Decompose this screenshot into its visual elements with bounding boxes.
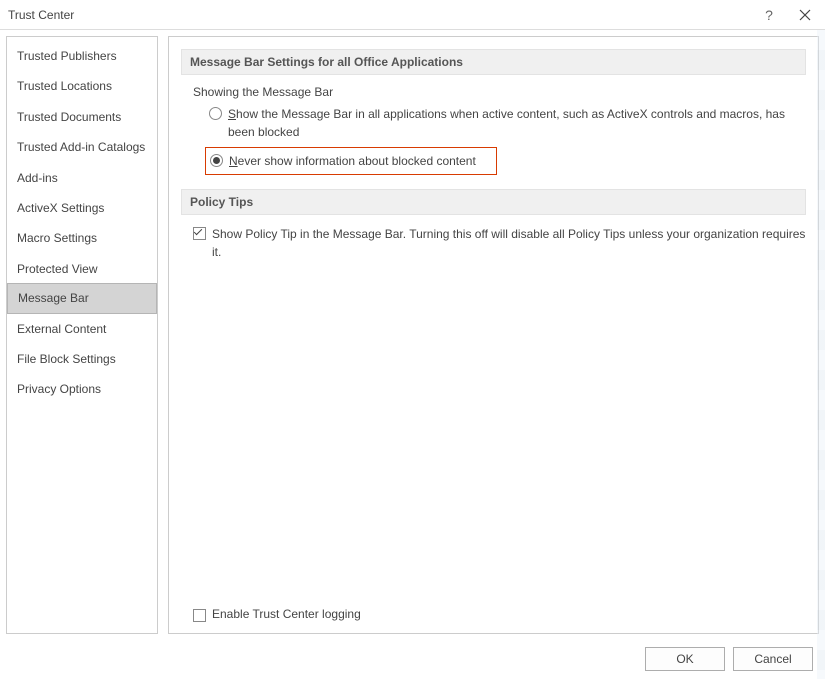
help-button[interactable]: ? xyxy=(753,7,785,23)
sidebar-item-activex-settings[interactable]: ActiveX Settings xyxy=(7,193,157,223)
dialog-buttons: OK Cancel xyxy=(645,647,813,671)
checkbox-enable-logging-label: Enable Trust Center logging xyxy=(212,605,361,623)
radio-show-message-bar[interactable]: Show the Message Bar in all applications… xyxy=(209,105,806,141)
sidebar-item-addins[interactable]: Add-ins xyxy=(7,163,157,193)
sidebar-item-file-block-settings[interactable]: File Block Settings xyxy=(7,344,157,374)
section-policy-tips-header: Policy Tips xyxy=(181,189,806,215)
cancel-button[interactable]: Cancel xyxy=(733,647,813,671)
radio-never-show-highlighted[interactable]: Never show information about blocked con… xyxy=(205,147,497,175)
titlebar-right: ? xyxy=(753,0,825,30)
checkbox-show-policy-tip[interactable] xyxy=(193,227,206,240)
radio-show-message-bar-label: Show the Message Bar in all applications… xyxy=(228,105,806,141)
titlebar: Trust Center ? xyxy=(0,0,825,30)
radio-show-message-bar-input[interactable] xyxy=(209,107,222,120)
showing-message-bar-subheading: Showing the Message Bar xyxy=(193,85,806,99)
close-button[interactable] xyxy=(785,0,825,30)
main-area: Trusted Publishers Trusted Locations Tru… xyxy=(0,30,825,640)
checkbox-enable-logging-row[interactable]: Enable Trust Center logging xyxy=(193,605,361,623)
checkbox-show-policy-tip-label: Show Policy Tip in the Message Bar. Turn… xyxy=(212,225,806,261)
checkbox-enable-logging[interactable] xyxy=(193,609,206,622)
close-icon xyxy=(799,9,811,21)
ok-button[interactable]: OK xyxy=(645,647,725,671)
sidebar-item-message-bar[interactable]: Message Bar xyxy=(7,283,157,313)
sidebar-item-external-content[interactable]: External Content xyxy=(7,314,157,344)
background-window-edge xyxy=(817,30,825,679)
sidebar-item-trusted-addin-catalogs[interactable]: Trusted Add-in Catalogs xyxy=(7,132,157,162)
sidebar-item-trusted-publishers[interactable]: Trusted Publishers xyxy=(7,41,157,71)
sidebar-item-macro-settings[interactable]: Macro Settings xyxy=(7,223,157,253)
sidebar-item-trusted-locations[interactable]: Trusted Locations xyxy=(7,71,157,101)
window-title: Trust Center xyxy=(8,8,74,22)
checkbox-show-policy-tip-row[interactable]: Show Policy Tip in the Message Bar. Turn… xyxy=(193,225,806,261)
section-message-bar-header: Message Bar Settings for all Office Appl… xyxy=(181,49,806,75)
sidebar-item-privacy-options[interactable]: Privacy Options xyxy=(7,374,157,404)
content-panel: Message Bar Settings for all Office Appl… xyxy=(168,36,819,634)
sidebar-item-protected-view[interactable]: Protected View xyxy=(7,254,157,284)
radio-never-show-label: Never show information about blocked con… xyxy=(229,152,476,170)
sidebar-item-trusted-documents[interactable]: Trusted Documents xyxy=(7,102,157,132)
sidebar: Trusted Publishers Trusted Locations Tru… xyxy=(6,36,158,634)
radio-never-show-input[interactable] xyxy=(210,154,223,167)
